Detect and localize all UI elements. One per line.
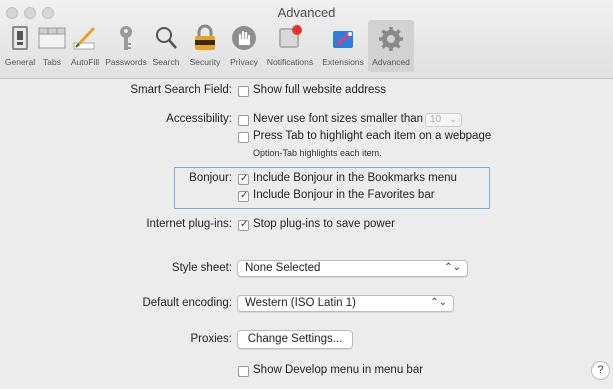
lock-icon <box>195 24 215 50</box>
stop-plugins-text: Stop plug-ins to save power <box>253 218 395 230</box>
tab-general[interactable]: General <box>2 20 38 72</box>
tab-search[interactable]: Search <box>148 20 184 72</box>
window-title: Advanced <box>277 5 336 20</box>
style-sheet-select[interactable]: None Selected ⌃⌄ <box>237 260 468 277</box>
tab-passwords-label: Passwords <box>105 57 147 67</box>
encoding-select[interactable]: Western (ISO Latin 1) ⌃⌄ <box>237 295 454 312</box>
updown-chevron-icon: ⌃⌄ <box>430 297 447 308</box>
updown-chevron-icon: ⌃⌄ <box>444 262 461 273</box>
tab-extensions[interactable]: Extensions <box>318 20 368 72</box>
checkmark-icon: ✓ <box>240 190 249 201</box>
safari-preferences-window: Advanced General Tabs AutoFill Passwords… <box>0 0 613 389</box>
smart-search-label: Smart Search Field: <box>130 84 232 96</box>
tabs-icon <box>38 27 66 49</box>
bonjour-bookmarks-checkbox[interactable]: ✓ <box>238 173 249 185</box>
bonjour-favorites-text: Include Bonjour in the Favorites bar <box>253 189 435 201</box>
min-font-size-select[interactable]: 10 ⌄ <box>425 113 462 127</box>
key-icon <box>120 26 132 50</box>
style-sheet-label: Style sheet: <box>171 262 232 274</box>
chevron-down-icon: ⌄ <box>449 114 457 124</box>
min-font-size-text: Never use font sizes smaller than <box>253 113 424 125</box>
hand-icon <box>232 26 256 50</box>
develop-menu-checkbox[interactable] <box>238 366 249 377</box>
tab-highlight-checkbox[interactable] <box>238 132 249 143</box>
tab-autofill-label: AutoFill <box>70 57 100 67</box>
title-bar: Advanced General Tabs AutoFill Passwords… <box>0 0 613 79</box>
tab-privacy-label: Privacy <box>230 57 258 67</box>
encoding-value: Western (ISO Latin 1) <box>245 297 356 309</box>
tab-extensions-label: Extensions <box>322 57 364 67</box>
tab-security-label: Security <box>189 57 221 67</box>
tab-advanced[interactable]: Advanced <box>368 20 414 72</box>
tab-advanced-label: Advanced <box>372 57 410 67</box>
tab-notifications[interactable]: Notifications <box>262 20 318 72</box>
autofill-icon <box>73 26 96 50</box>
general-icon <box>12 26 28 50</box>
checkmark-icon: ✓ <box>240 173 249 184</box>
tab-search-label: Search <box>152 57 180 67</box>
tab-tabs-label: Tabs <box>43 57 61 67</box>
bonjour-bookmarks-text: Include Bonjour in the Bookmarks menu <box>253 172 457 184</box>
show-full-address-checkbox[interactable] <box>238 86 249 97</box>
gears-icon <box>379 27 403 51</box>
encoding-label: Default encoding: <box>142 297 232 309</box>
puzzle-icon <box>333 31 353 48</box>
plugins-label: Internet plug-ins: <box>146 218 232 230</box>
tab-notifications-label: Notifications <box>266 57 314 67</box>
develop-menu-text: Show Develop menu in menu bar <box>253 364 424 376</box>
option-tab-hint: Option-Tab highlights each item. <box>253 148 382 158</box>
tab-general-label: General <box>4 57 36 67</box>
min-font-size-value: 10 <box>430 114 442 125</box>
change-settings-button[interactable]: Change Settings... <box>237 330 353 349</box>
stop-plugins-checkbox[interactable]: ✓ <box>238 219 249 231</box>
search-icon <box>156 27 177 49</box>
show-full-address-text: Show full website address <box>253 84 386 96</box>
tab-autofill[interactable]: AutoFill <box>66 20 104 72</box>
tab-security[interactable]: Security <box>184 20 226 72</box>
style-sheet-value: None Selected <box>245 262 321 274</box>
bonjour-label: Bonjour: <box>189 172 232 184</box>
help-button[interactable]: ? <box>591 361 610 380</box>
bonjour-favorites-checkbox[interactable]: ✓ <box>238 190 249 202</box>
tab-passwords[interactable]: Passwords <box>104 20 148 72</box>
checkmark-icon: ✓ <box>240 219 249 230</box>
accessibility-label: Accessibility: <box>166 113 232 125</box>
min-font-size-checkbox[interactable] <box>238 115 249 126</box>
tab-tabs[interactable]: Tabs <box>38 20 66 72</box>
proxies-label: Proxies: <box>190 333 232 345</box>
tab-highlight-text: Press Tab to highlight each item on a we… <box>253 130 492 142</box>
notifications-icon <box>279 25 302 48</box>
tab-privacy[interactable]: Privacy <box>226 20 262 72</box>
advanced-pane: Smart Search Field: Show full website ad… <box>0 79 613 389</box>
